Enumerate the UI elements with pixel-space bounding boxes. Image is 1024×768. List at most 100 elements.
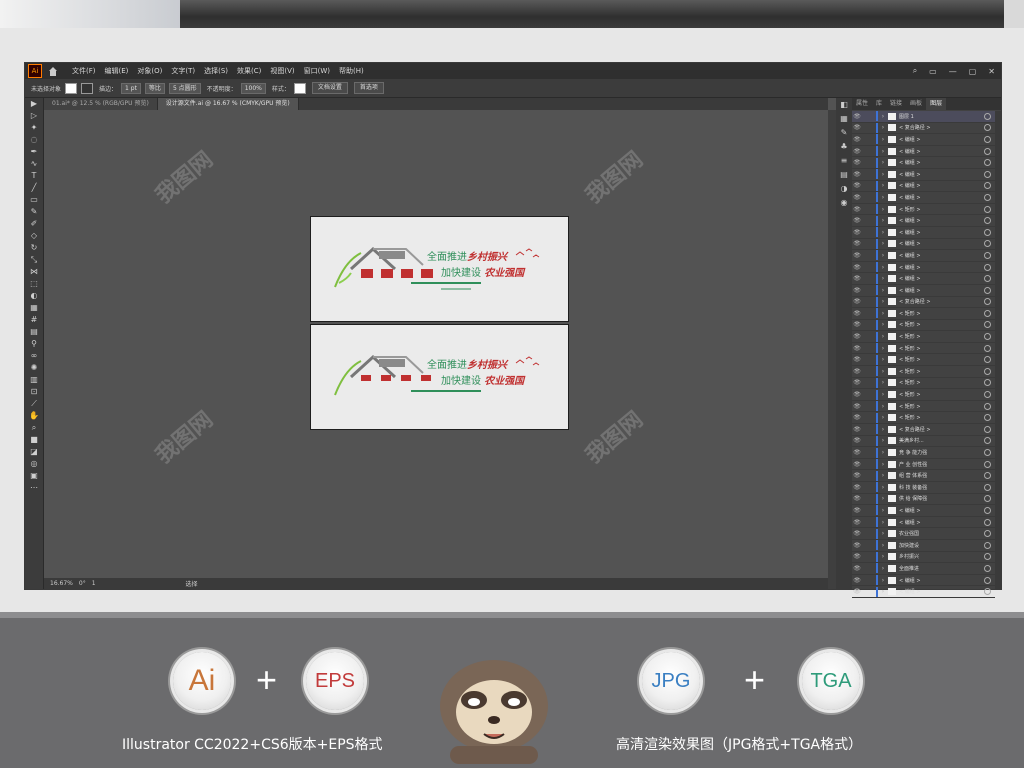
arrange-icon[interactable]: ▭ [929,67,937,76]
more-tools-icon[interactable]: ⋯ [25,482,43,494]
selection-tool-icon[interactable]: ▶ [25,98,43,110]
symbol-sprayer-tool-icon[interactable]: ✺ [25,362,43,374]
home-icon[interactable] [48,66,58,76]
visibility-eye-icon[interactable]: 👁 [852,124,862,131]
target-circle-icon[interactable] [984,193,991,201]
visibility-eye-icon[interactable]: 👁 [852,437,862,444]
rectangle-tool-icon[interactable]: ▭ [25,194,43,206]
visibility-eye-icon[interactable]: 👁 [852,414,862,421]
expand-chevron-icon[interactable]: › [878,565,888,572]
layer-row[interactable]: 👁 › < 矩形 > [852,377,995,390]
target-circle-icon[interactable] [984,472,991,480]
target-circle-icon[interactable] [984,367,991,375]
visibility-eye-icon[interactable]: 👁 [852,379,862,386]
panel-tab[interactable]: 库 [872,98,886,110]
target-circle-icon[interactable] [984,298,991,306]
brush-select[interactable]: 5 点圆形 [168,82,201,94]
visibility-eye-icon[interactable]: 👁 [852,217,862,224]
visibility-eye-icon[interactable]: 👁 [852,275,862,282]
visibility-eye-icon[interactable]: 👁 [852,136,862,143]
line-tool-icon[interactable]: ╱ [25,182,43,194]
expand-chevron-icon[interactable]: › [878,194,888,201]
style-swatch[interactable] [293,82,306,94]
panel-tab[interactable]: 属性 [852,98,872,110]
target-circle-icon[interactable] [984,414,991,422]
expand-chevron-icon[interactable]: › [878,159,888,166]
layer-row[interactable]: 👁 › < 编组 > [852,517,995,529]
visibility-eye-icon[interactable]: 👁 [852,310,862,317]
menu-item[interactable]: 帮助(H) [339,66,364,76]
expand-chevron-icon[interactable]: › [878,449,888,456]
fill-swatch[interactable] [65,82,78,94]
expand-chevron-icon[interactable]: › [878,437,888,444]
layer-row[interactable]: 👁 › 组 营 体系强 [852,470,995,482]
layer-row[interactable]: 👁 › 乡村振兴 [852,551,995,564]
visibility-eye-icon[interactable]: 👁 [852,507,862,514]
lasso-tool-icon[interactable]: ◌ [25,134,43,146]
rotate-tool-icon[interactable]: ↻ [25,242,43,254]
expand-chevron-icon[interactable]: › [878,275,888,282]
search-icon[interactable]: ⌕ [913,66,917,76]
expand-chevron-icon[interactable]: › [878,310,888,317]
visibility-eye-icon[interactable]: 👁 [852,472,862,479]
expand-chevron-icon[interactable]: › [878,287,888,294]
expand-chevron-icon[interactable]: › [878,530,888,537]
layer-row[interactable]: 👁 › < 矩形 > [852,308,995,320]
expand-chevron-icon[interactable]: › [878,577,888,584]
menu-item[interactable]: 效果(C) [237,66,261,76]
visibility-eye-icon[interactable]: 👁 [852,403,862,410]
expand-chevron-icon[interactable]: › [878,206,888,213]
expand-chevron-icon[interactable]: › [878,264,888,271]
artboard-tool-icon[interactable]: ⊡ [25,386,43,398]
canvas-scrollbar[interactable] [828,110,836,589]
expand-chevron-icon[interactable]: › [878,252,888,259]
target-circle-icon[interactable] [984,159,991,167]
visibility-eye-icon[interactable]: 👁 [852,264,862,271]
visibility-eye-icon[interactable]: 👁 [852,333,862,340]
target-circle-icon[interactable] [984,437,991,445]
visibility-eye-icon[interactable]: 👁 [852,449,862,456]
visibility-eye-icon[interactable]: 👁 [852,391,862,398]
target-circle-icon[interactable] [984,449,991,457]
target-circle-icon[interactable] [984,564,991,572]
graph-tool-icon[interactable]: ▥ [25,374,43,386]
expand-chevron-icon[interactable]: › [878,356,888,363]
visibility-eye-icon[interactable]: 👁 [852,530,862,537]
layer-row[interactable]: 👁 › < 矩形 > [852,319,995,332]
visibility-eye-icon[interactable]: 👁 [852,206,862,213]
paintbrush-tool-icon[interactable]: ✎ [25,206,43,218]
target-circle-icon[interactable] [984,263,991,271]
target-circle-icon[interactable] [984,217,991,225]
visibility-eye-icon[interactable]: 👁 [852,240,862,247]
menu-item[interactable]: 对象(O) [137,66,162,76]
menu-item[interactable]: 文件(F) [72,66,96,76]
target-circle-icon[interactable] [984,147,991,155]
target-circle-icon[interactable] [984,275,991,283]
expand-chevron-icon[interactable]: › [878,379,888,386]
visibility-eye-icon[interactable]: 👁 [852,565,862,572]
fill-stroke-icon[interactable]: ■ [25,434,43,446]
layer-row[interactable]: 👁 › < 编组 > [852,215,995,227]
expand-chevron-icon[interactable]: › [878,426,888,433]
brushes-panel-icon[interactable]: ✎ [836,126,852,140]
panel-tab[interactable]: 画板 [906,98,926,110]
expand-chevron-icon[interactable]: › [878,507,888,514]
expand-chevron-icon[interactable]: › [878,495,888,502]
layer-row[interactable]: 👁 › < 复合路径 > [852,122,995,135]
target-circle-icon[interactable] [984,541,991,549]
layer-row[interactable]: 👁 › < 矩形 > [852,412,995,425]
perspective-tool-icon[interactable]: ▦ [25,302,43,314]
rotation-readout[interactable]: 0° [79,580,86,587]
expand-chevron-icon[interactable]: › [878,333,888,340]
screen-mode-icon[interactable]: ▣ [25,470,43,482]
visibility-eye-icon[interactable]: 👁 [852,148,862,155]
layer-row[interactable]: 👁 › 产 业 创性强 [852,459,995,471]
layer-row[interactable]: 👁 › < 编组 > [852,157,995,169]
target-circle-icon[interactable] [984,356,991,364]
shaper-tool-icon[interactable]: ✐ [25,218,43,230]
layer-row[interactable]: 👁 › < 编组 > [852,192,995,204]
menu-item[interactable]: 文字(T) [171,66,195,76]
target-circle-icon[interactable] [984,460,991,468]
expand-chevron-icon[interactable]: › [878,229,888,236]
layer-row[interactable]: 👁 › < 矩形 > [852,331,995,343]
